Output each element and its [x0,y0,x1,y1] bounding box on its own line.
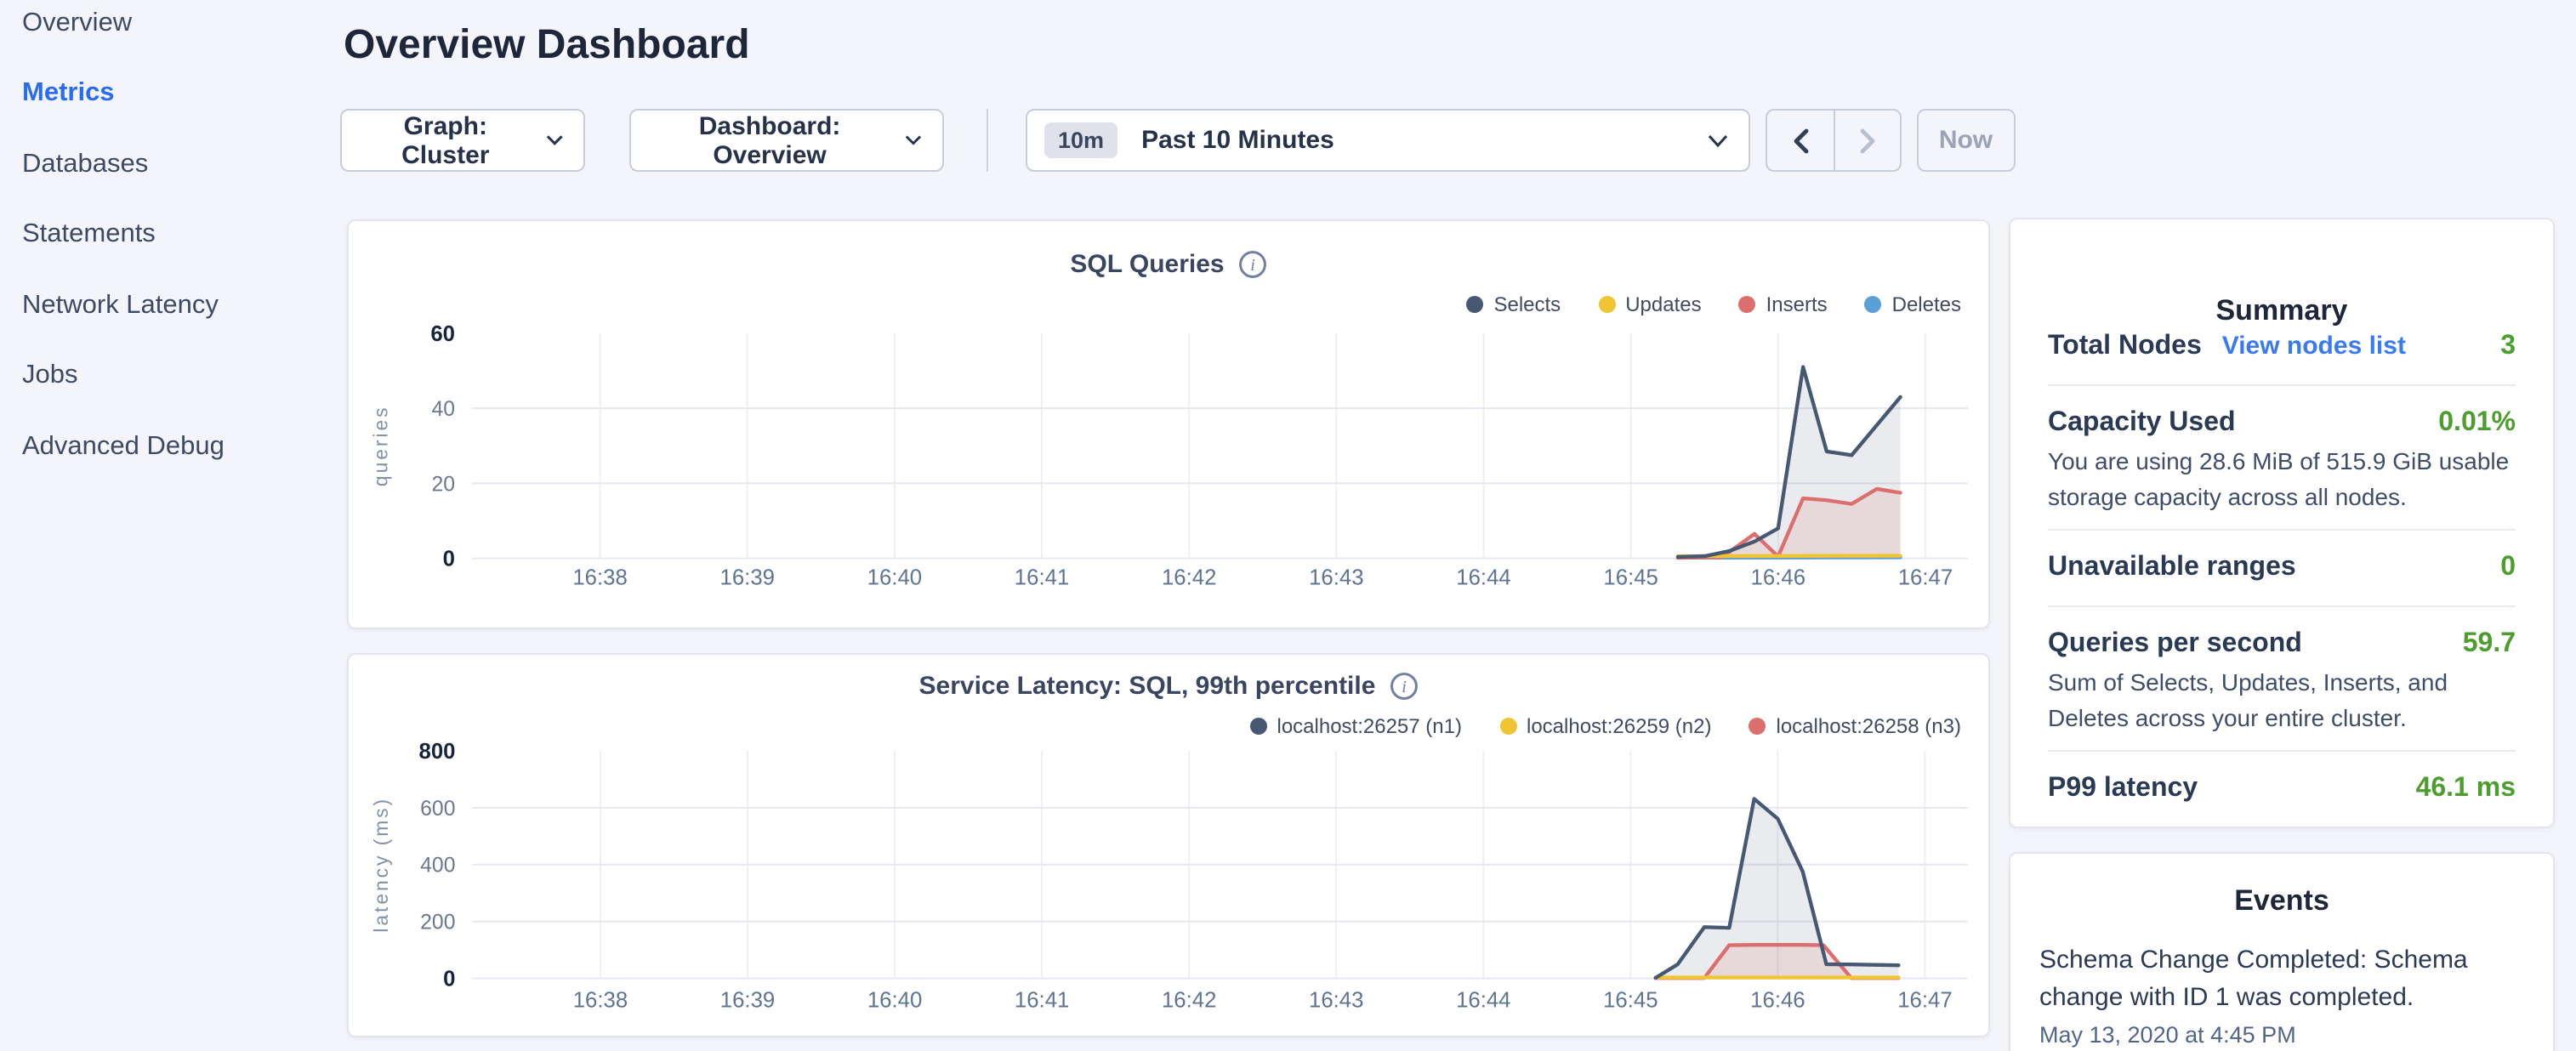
controls-row: Graph: Cluster Dashboard: Overview 10m P… [340,109,2016,172]
summary-row-capacity-used: Capacity Used 0.01%You are using 28.6 MiB… [2048,383,2516,528]
summary-row-note: You are using 28.6 MiB of 515.9 GiB usab… [2048,443,2516,516]
sidebar-item-databases[interactable]: Databases [22,129,340,200]
sidebar-item-statements[interactable]: Statements [22,200,340,270]
x-axis-tick-label: 16:38 [572,565,627,589]
x-axis-tick-label: 16:42 [1162,988,1216,1012]
x-axis-tick-label: 16:45 [1603,988,1658,1012]
sidebar-item-network-latency[interactable]: Network Latency [22,270,340,341]
summary-row-p99-latency: P99 latency 46.1 ms [2048,749,2516,826]
summary-row-note: Sum of Selects, Updates, Inserts, and De… [2048,664,2516,737]
chevron-right-icon [1859,127,1876,154]
chevron-down-icon [1708,134,1728,147]
y-axis-tick-label: 600 [420,798,455,821]
summary-row-label: Unavailable ranges [2048,550,2296,584]
x-axis-tick-label: 16:43 [1309,565,1363,589]
sidebar-item-metrics[interactable]: Metrics [22,59,340,129]
chevron-left-icon [1792,127,1809,154]
summary-row-unavailable-ranges: Unavailable ranges 0 [2048,528,2516,605]
sql-queries-chart: 16:38 16:39 16:40 16:41 16:42 16:43 16:44 16:45… [349,221,1988,628]
summary-title: Summary [2048,293,2516,327]
graph-scope-label: Graph: Cluster [362,111,529,169]
y-axis-tick-label: 0 [443,968,455,991]
graph-scope-dropdown[interactable]: Graph: Cluster [340,109,585,172]
events-list: Schema Change Completed: Schema change w… [2039,942,2524,1048]
now-button[interactable]: Now [1916,109,2016,172]
y-axis-tick-label: 400 [420,855,455,878]
time-window-nav [1766,109,1902,172]
x-axis-tick-label: 16:38 [573,988,628,1012]
x-axis-tick-label: 16:42 [1162,565,1216,589]
sidebar-nav-list: OverviewMetricsDatabasesStatementsNetwor… [0,0,340,482]
y-axis-title: queries [370,405,392,486]
summary-row-total-nodes: Total Nodes View nodes list 3 [2048,327,2516,383]
x-axis-tick-label: 16:39 [720,988,775,1012]
y-axis-tick-label: 0 [443,548,455,571]
x-axis-tick-label: 16:40 [867,988,922,1012]
summary-row-value: 0 [2500,550,2516,584]
y-axis-tick-label: 800 [419,740,456,764]
event-timestamp: May 13, 2020 at 4:45 PM [2039,1022,2524,1048]
time-next-button[interactable] [1834,111,1900,170]
summary-panel: Summary Total Nodes View nodes list 3 Capac… [2009,217,2555,827]
x-axis-tick-label: 16:44 [1456,988,1510,1012]
controls-divider [987,109,988,172]
view-nodes-link[interactable]: View nodes list [2222,329,2406,363]
x-axis-tick-label: 16:46 [1750,988,1805,1012]
x-axis-tick-label: 16:39 [720,565,775,589]
service-latency-chart: 16:38 16:39 16:40 16:41 16:42 16:43 16:44 16:45… [349,655,1988,1036]
sidebar-item-advanced-debug[interactable]: Advanced Debug [22,412,340,482]
events-panel: Events Schema Change Completed: Schema c… [2009,852,2555,1051]
summary-row-label: P99 latency [2048,771,2198,805]
x-axis-tick-label: 16:40 [867,565,922,589]
summary-row-value: 3 [2500,329,2516,363]
time-range-badge: 10m [1044,122,1117,158]
x-axis-tick-label: 16:41 [1015,988,1069,1012]
summary-row-queries-per-second: Queries per second 59.7Sum of Selects, Up… [2048,605,2516,749]
x-axis-tick-label: 16:41 [1015,565,1069,589]
x-axis-tick-label: 16:44 [1456,565,1510,589]
y-axis-tick-label: 60 [430,322,455,346]
y-axis-tick-label: 20 [431,473,455,496]
sql-queries-chart-card: SQL Queries i SelectsUpdatesInsertsDelet… [347,219,1990,629]
summary-row-label: Queries per second [2048,627,2302,661]
summary-row-label: Total Nodes [2048,329,2202,363]
sidebar-item-overview[interactable]: Overview [22,0,340,59]
x-axis-tick-label: 16:46 [1751,565,1805,589]
x-axis-tick-label: 16:47 [1898,565,1953,589]
y-axis-tick-label: 200 [420,912,455,935]
summary-row-label: Capacity Used [2048,406,2236,440]
y-axis-tick-label: 40 [431,398,455,421]
chevron-down-icon [905,134,922,146]
service-latency-chart-card: Service Latency: SQL, 99th percentile i … [347,653,1990,1037]
x-axis-tick-label: 16:43 [1309,988,1363,1012]
time-range-dropdown[interactable]: 10m Past 10 Minutes [1026,109,1750,172]
x-axis-tick-label: 16:45 [1603,565,1658,589]
time-prev-button[interactable] [1767,111,1834,170]
chevron-down-icon [546,134,563,146]
sidebar: OverviewMetricsDatabasesStatementsNetwor… [0,0,340,1051]
summary-row-value: 46.1 ms [2416,771,2516,805]
dashboard-dropdown[interactable]: Dashboard: Overview [629,109,944,172]
summary-row-value: 0.01% [2438,406,2516,440]
y-axis-title: latency (ms) [370,797,392,933]
sidebar-item-jobs[interactable]: Jobs [22,341,340,412]
summary-rows: Total Nodes View nodes list 3 Capacity Used… [2048,327,2516,826]
page-title: Overview Dashboard [344,22,750,70]
dashboard-label: Dashboard: Overview [651,111,888,169]
event-text[interactable]: Schema Change Completed: Schema change w… [2039,942,2524,1017]
events-title: Events [2039,884,2524,918]
time-range-label: Past 10 Minutes [1141,126,1334,155]
summary-row-value: 59.7 [2463,627,2516,661]
x-axis-tick-label: 16:47 [1897,988,1952,1012]
db-console-app: OverviewMetricsDatabasesStatementsNetwor… [0,0,2576,1051]
